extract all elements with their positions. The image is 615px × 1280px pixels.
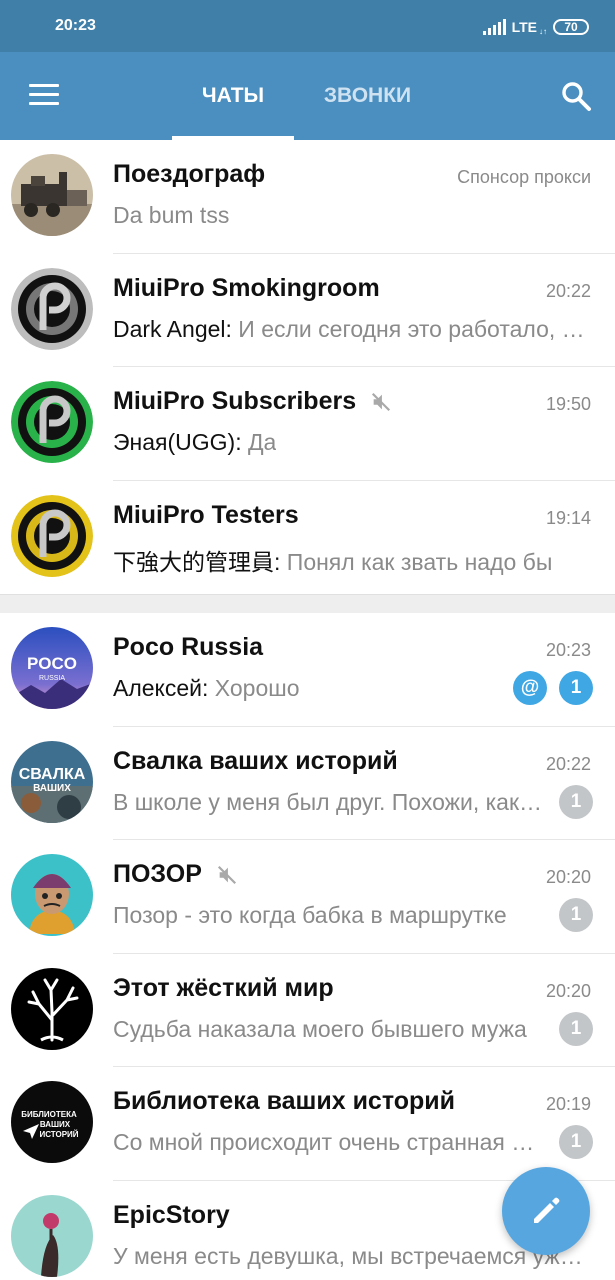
status-time: 20:23 [55,17,96,34]
unread-badge: 1 [559,1011,593,1046]
chat-preview: Dark Angel: И если сегодня это работало,… [113,316,591,343]
avatar [11,494,93,577]
chat-item[interactable]: MiuiPro Smokingroom 20:22 Dark Angel: И … [0,253,615,367]
compose-button[interactable] [502,1167,590,1255]
chat-message: В школе у меня был друг. Похожи, как бра… [113,788,543,815]
chat-time: 19:14 [545,507,591,528]
status-bar: 20:23 LTE ↓↑ 70 [0,0,615,52]
avatar [11,267,93,350]
chat-time: 20:23 [545,640,591,660]
chat-message: И если сегодня это работало, а завтра не… [238,315,591,342]
chat-sender: 下強大的管理員: [113,548,287,575]
search-icon[interactable] [560,80,592,112]
chat-item[interactable]: POCO RUSSIA Poco Russia 20:23 Алексей: Х… [0,613,615,727]
chat-item[interactable]: MiuiPro Subscribers 19:50 Эная(UGG): Да [0,367,615,481]
chat-sender: Эная(UGG): [113,429,248,455]
chat-name: ПОЗОР [113,860,238,889]
chat-name: EpicStory [113,1200,230,1229]
chat-list: Поездограф Спонсор прокси Da bum tss Miu… [0,140,615,1280]
chat-item[interactable]: MiuiPro Testers 19:14 下強大的管理員: Понял как… [0,480,615,594]
chat-time: 20:20 [545,980,591,1001]
unread-badge: 1 [559,671,593,705]
tab-calls[interactable]: ЗВОНКИ [305,52,430,140]
app-bar: ЧАТЫ ЗВОНКИ [0,52,615,140]
chat-time: 19:50 [545,394,591,414]
chat-name: MiuiPro Subscribers [113,387,392,416]
chat-message: Da bum tss [113,202,230,228]
tab-chats-label: ЧАТЫ [201,84,265,107]
chat-time: 20:20 [545,867,591,887]
avatar: POCO RUSSIA [11,627,93,709]
avatar [11,1194,93,1277]
chat-preview: Судьба наказала моего бывшего мужа [113,1016,527,1043]
pencil-icon [534,1197,560,1223]
chat-message: Позор - это когда бабка в маршрутке [113,902,507,928]
chat-item[interactable]: Этот жёсткий мир 20:20 Судьба наказала м… [0,953,615,1067]
chat-name: Poco Russia [113,633,264,661]
chat-sender: Алексей: [113,675,215,701]
chat-preview: Da bum tss [113,202,229,229]
chat-message: Да [247,429,277,455]
network-activity-icon: ↓↑ [539,26,547,36]
chat-message: Судьба наказала моего бывшего мужа [113,1015,527,1042]
chat-name: MiuiPro Testers [113,500,299,529]
chat-sender: Dark Angel: [113,315,239,342]
chat-preview: Алексей: Хорошо [113,675,300,702]
battery-icon: 70 [553,19,589,35]
signal-icon [482,19,506,35]
chat-preview: В школе у меня был друг. Похожи, как бра… [113,789,543,816]
section-separator [0,594,615,613]
chat-item[interactable]: СВАЛКА ВАШИХ Свалка ваших историй 20:22 … [0,726,615,840]
avatar: БИБЛИОТЕКА ВАШИХ ИСТОРИЙ [11,1081,93,1163]
avatar [11,854,93,936]
mute-icon [217,865,236,884]
avatar-subtext: ВАШИХ [40,1120,71,1129]
chat-item[interactable]: ПОЗОР 20:20 Позор - это когда бабка в ма… [0,840,615,954]
tab-calls-label: ЗВОНКИ [323,84,412,107]
chat-name: Свалка ваших историй [113,746,398,775]
avatar-subtext: ВАШИХ [33,783,71,794]
avatar-text: POCO [27,654,77,673]
tab-chats[interactable]: ЧАТЫ [172,52,294,140]
unread-badge: 1 [559,1125,593,1159]
avatar-text: СВАЛКА [19,766,86,783]
avatar [11,154,93,236]
chat-item[interactable]: БИБЛИОТЕКА ВАШИХ ИСТОРИЙ Библиотека ваши… [0,1067,615,1181]
avatar-subtext: RUSSIA [39,675,65,682]
chat-preview: Эная(UGG): Да [113,429,276,456]
chat-time: 20:19 [545,1094,591,1114]
avatar: СВАЛКА ВАШИХ [11,740,93,823]
avatar-subtext: ИСТОРИЙ [39,1130,78,1139]
avatar [11,381,93,463]
chat-name: Библиотека ваших историй [113,1087,456,1115]
status-icons: LTE ↓↑ 70 [482,17,589,37]
avatar [11,967,93,1050]
avatar-text: БИБЛИОТЕКА [21,1110,77,1119]
chat-message: Понял как звать надо бы [286,548,553,575]
chat-preview: Позор - это когда бабка в маршрутке [113,902,507,929]
chat-message: Хорошо [214,675,300,701]
network-type: LTE [511,19,537,35]
chat-message: Со мной происходит очень странная вещь [113,1129,543,1155]
chat-item[interactable]: Поездограф Спонсор прокси Da bum tss [0,140,615,254]
chat-preview: 下強大的管理員: Понял как звать надо бы [113,543,552,577]
mention-badge: @ [513,671,547,705]
chat-time: 20:22 [545,280,591,301]
unread-badge: 1 [559,784,593,819]
chat-name: Этот жёсткий мир [113,973,334,1002]
mute-icon [372,392,391,411]
chat-name: MiuiPro Smokingroom [113,273,380,302]
chat-name: Поездограф [113,160,266,188]
menu-icon[interactable] [29,84,59,106]
chat-time: 20:22 [545,753,591,774]
unread-badge: 1 [559,898,593,932]
chat-sponsor-label: Спонсор прокси [457,167,591,187]
chat-preview: Со мной происходит очень странная вещь [113,1129,543,1156]
